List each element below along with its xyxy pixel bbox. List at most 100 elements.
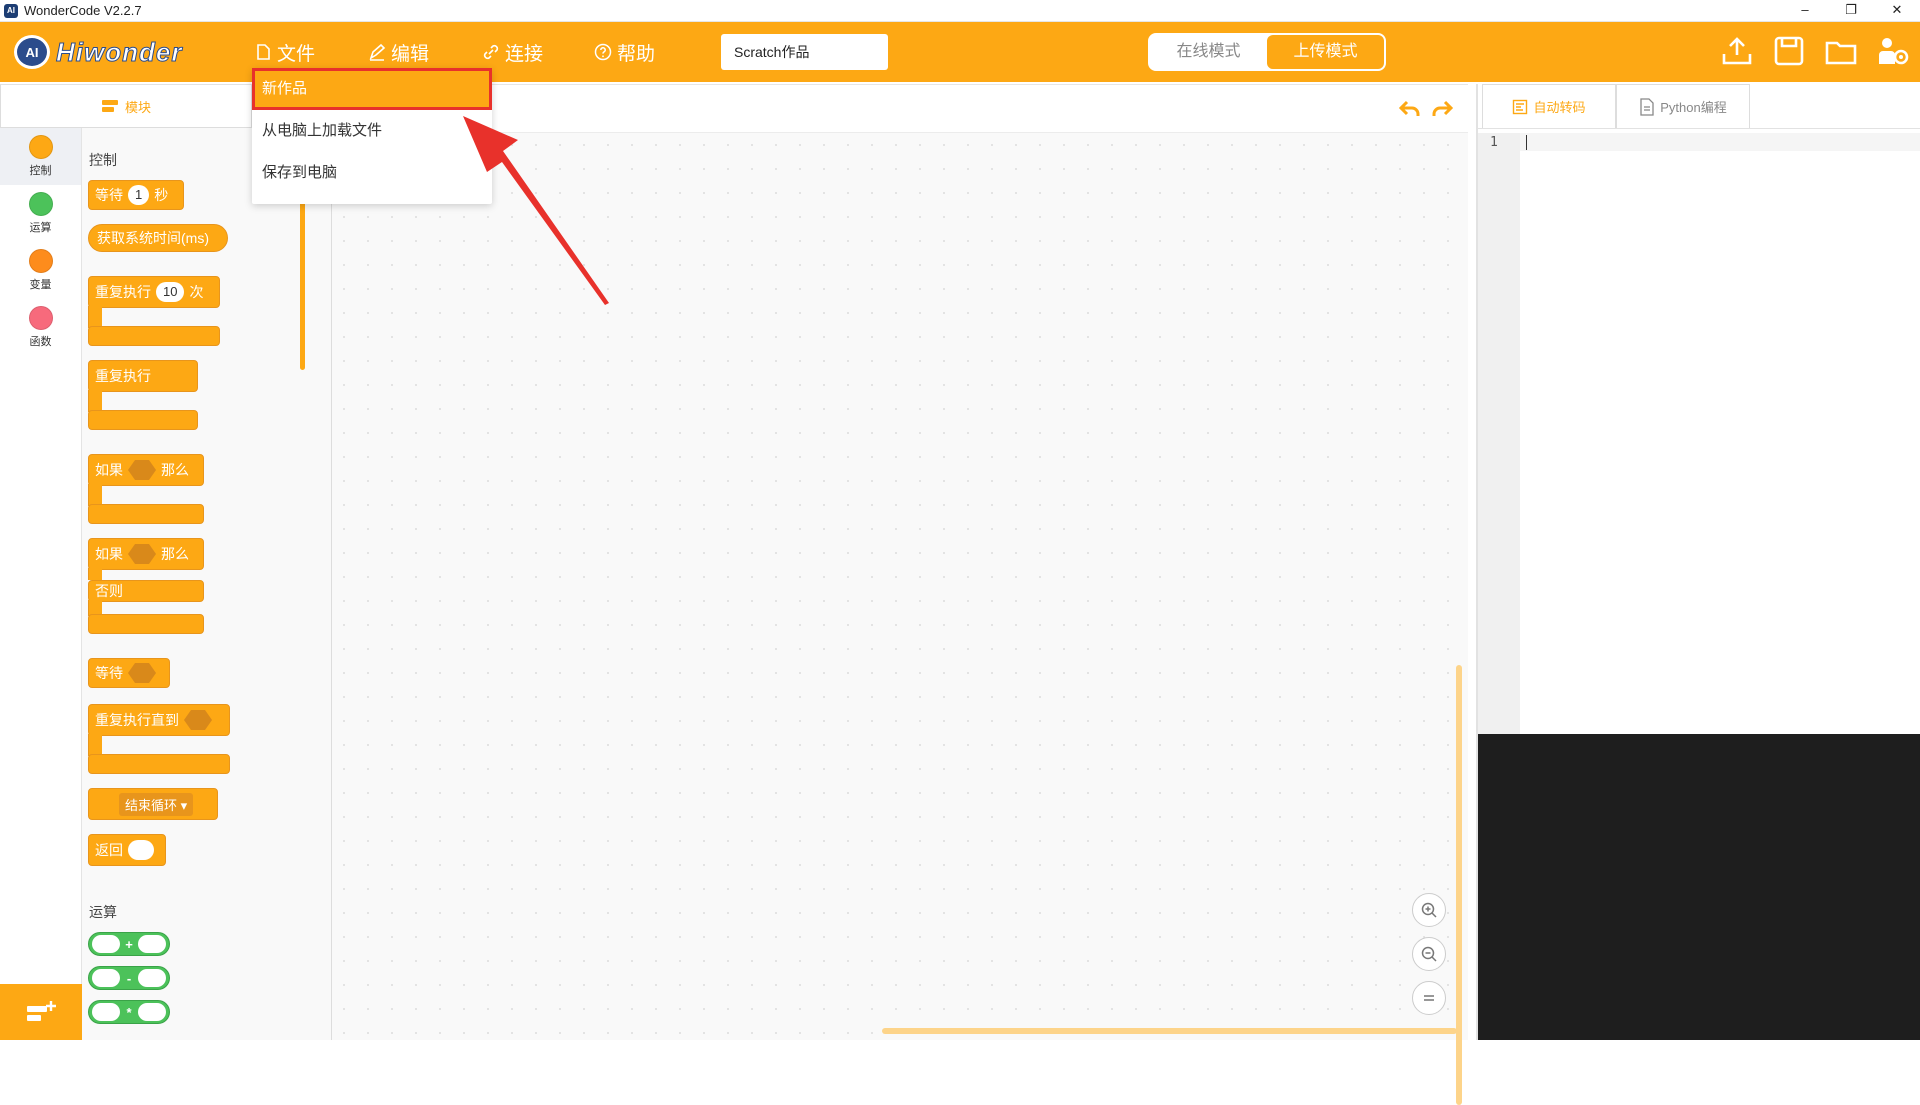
- break-loop-block[interactable]: 结束循环 ▾: [88, 788, 218, 820]
- palette-scrollbar[interactable]: [300, 190, 305, 370]
- menu-help[interactable]: 帮助: [594, 22, 655, 82]
- line-number: 1: [1490, 135, 1498, 150]
- wait-until-condition-slot[interactable]: [128, 663, 156, 683]
- wait-until-block[interactable]: 等待: [88, 658, 170, 688]
- undo-icon[interactable]: [1398, 97, 1422, 121]
- python-file-icon: [1640, 97, 1654, 116]
- category-operators-label: 运算: [29, 222, 52, 234]
- tab-auto-transcode[interactable]: 自动转码: [1482, 84, 1616, 128]
- wait-value[interactable]: 1: [128, 185, 150, 205]
- script-workspace[interactable]: [332, 84, 1468, 1105]
- window-title: WonderCode V2.2.7: [24, 3, 142, 18]
- close-icon[interactable]: ✕: [1874, 0, 1920, 22]
- repeat-value[interactable]: 10: [156, 282, 185, 302]
- subtract-left-slot[interactable]: [92, 969, 120, 987]
- workspace-header: [332, 85, 1468, 133]
- transcode-icon: [1513, 99, 1528, 114]
- wait-unit: 秒: [154, 187, 169, 203]
- add-left-slot[interactable]: [92, 935, 120, 953]
- blocks-icon: [101, 100, 118, 112]
- category-operators[interactable]: 运算: [0, 185, 81, 242]
- link-icon: [483, 44, 499, 60]
- folder-open-icon[interactable]: [1824, 34, 1858, 68]
- code-tabs: 自动转码 Python编程: [1478, 84, 1920, 129]
- control-dot-icon: [28, 135, 53, 159]
- menu-help-label: 帮助: [617, 43, 656, 65]
- repeat-until-block[interactable]: 重复执行直到: [88, 704, 230, 736]
- wait-seconds-block[interactable]: 等待 1 秒: [88, 180, 184, 210]
- wait-until-label: 等待: [95, 665, 123, 681]
- zoom-out-button[interactable]: [1412, 937, 1446, 971]
- forever-block-side: [88, 390, 102, 412]
- blocks-tab-label: 模块: [124, 99, 151, 115]
- title-bar: AI WonderCode V2.2.7 – ❐ ✕: [0, 0, 1920, 22]
- block-palette: 控制 等待 1 秒 获取系统时间(ms) 重复执行 10 次 重复执行 如果 那…: [82, 128, 332, 1040]
- if-else-condition-slot[interactable]: [128, 544, 156, 564]
- zoom-reset-button[interactable]: [1412, 981, 1446, 1015]
- add-right-slot[interactable]: [138, 935, 166, 953]
- text-caret: [1526, 135, 1527, 150]
- if-then-block-end: [88, 504, 204, 524]
- category-functions[interactable]: 函数: [0, 299, 81, 356]
- category-list: 控制 运算 变量 函数: [0, 128, 82, 1040]
- add-operator-block[interactable]: +: [88, 932, 170, 956]
- return-block[interactable]: 返回: [88, 834, 166, 866]
- category-control[interactable]: 控制: [0, 128, 81, 185]
- tab-auto-transcode-label: 自动转码: [1533, 100, 1586, 115]
- repeat-times-block[interactable]: 重复执行 10 次: [88, 276, 220, 308]
- subtract-operator-block[interactable]: -: [88, 966, 170, 990]
- minimize-icon[interactable]: –: [1782, 0, 1828, 22]
- zoom-in-button[interactable]: [1412, 893, 1446, 927]
- redo-icon[interactable]: [1430, 97, 1454, 121]
- add-extension-button[interactable]: [0, 984, 82, 1040]
- subtract-right-slot[interactable]: [138, 969, 166, 987]
- project-name-input[interactable]: Scratch作品: [721, 34, 888, 70]
- if-else-block[interactable]: 如果 那么: [88, 538, 204, 570]
- else-label: 否则: [95, 583, 123, 599]
- help-icon: [594, 43, 612, 61]
- menu-item-new-project[interactable]: 新作品: [252, 68, 492, 110]
- repeat-until-condition-slot[interactable]: [184, 710, 212, 730]
- category-variables[interactable]: 变量: [0, 242, 81, 299]
- tab-python-label: Python编程: [1660, 100, 1727, 115]
- mode-switch: 在线模式 上传模式: [1148, 33, 1386, 71]
- save-icon[interactable]: [1772, 34, 1806, 68]
- if-label: 如果: [95, 462, 123, 478]
- code-panel: 自动转码 Python编程 1: [1476, 84, 1920, 1040]
- if-else-then-label: 那么: [161, 546, 189, 562]
- hiwonder-logo: AI Hiwonder: [14, 34, 182, 70]
- multiply-operator-block[interactable]: *: [88, 1000, 170, 1024]
- multiply-left-slot[interactable]: [92, 1003, 120, 1021]
- if-then-block[interactable]: 如果 那么: [88, 454, 204, 486]
- break-loop-dropdown[interactable]: 结束循环 ▾: [119, 792, 194, 816]
- menu-file-label: 文件: [277, 43, 316, 65]
- upload-icon[interactable]: [1720, 34, 1754, 68]
- if-condition-slot[interactable]: [128, 460, 156, 480]
- menu-item-save-to-computer[interactable]: 保存到电脑: [252, 152, 492, 194]
- user-settings-icon[interactable]: [1876, 34, 1910, 68]
- add-operator-symbol: +: [125, 936, 133, 952]
- file-menu-dropdown: 新作品 从电脑上加载文件 保存到电脑: [252, 68, 492, 204]
- return-value-slot[interactable]: [128, 840, 154, 860]
- menu-edit-label: 编辑: [391, 43, 430, 65]
- blocks-tab[interactable]: 模块: [0, 84, 252, 128]
- workspace-horizontal-scrollbar[interactable]: [882, 1028, 1457, 1034]
- output-terminal[interactable]: [1478, 734, 1920, 1040]
- if-else-else-row: 否则: [88, 580, 204, 602]
- tab-python[interactable]: Python编程: [1616, 84, 1750, 128]
- file-icon: [257, 44, 270, 60]
- workspace-vertical-scrollbar[interactable]: [1456, 665, 1462, 1105]
- repeat-until-label: 重复执行直到: [95, 712, 179, 728]
- menu-item-load-from-computer[interactable]: 从电脑上加载文件: [252, 110, 492, 152]
- code-editor[interactable]: 1: [1478, 133, 1920, 734]
- forever-label: 重复执行: [95, 368, 151, 384]
- upload-mode-button[interactable]: 上传模式: [1267, 35, 1384, 69]
- brand-name: Hiwonder: [55, 36, 183, 67]
- online-mode-button[interactable]: 在线模式: [1150, 35, 1267, 69]
- forever-block[interactable]: 重复执行: [88, 360, 198, 392]
- get-system-time-block[interactable]: 获取系统时间(ms): [88, 224, 228, 252]
- app-icon: AI: [4, 3, 18, 18]
- maximize-icon[interactable]: ❐: [1828, 0, 1874, 22]
- multiply-right-slot[interactable]: [138, 1003, 166, 1021]
- palette-control-title: 控制: [89, 152, 117, 168]
